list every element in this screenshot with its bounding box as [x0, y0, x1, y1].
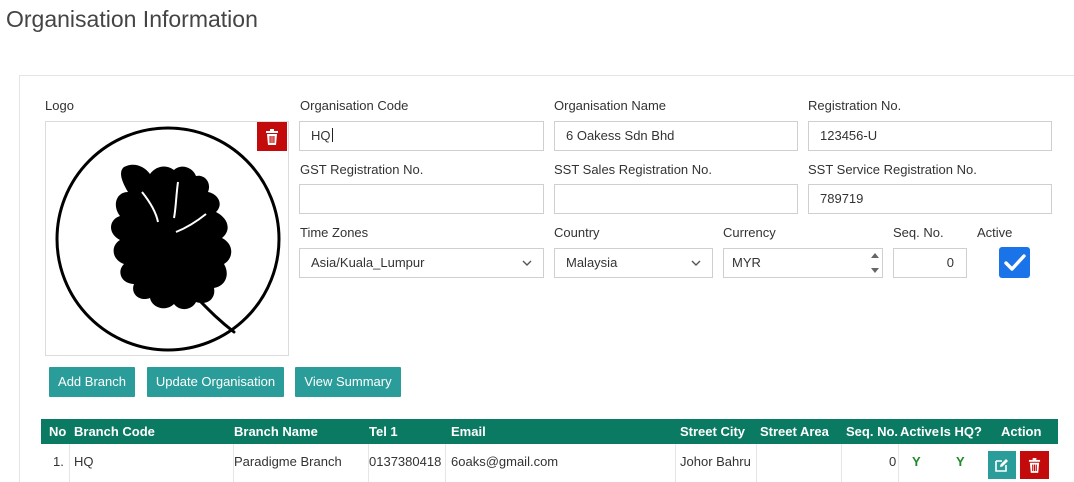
text-cursor: [331, 128, 333, 142]
active-checkbox[interactable]: [999, 247, 1030, 278]
edit-icon: [995, 459, 1008, 472]
col-branch-code: Branch Code: [74, 424, 155, 439]
row-seq-no: 0: [889, 454, 897, 469]
sst-sales-input[interactable]: [554, 184, 798, 214]
timezone-label: Time Zones: [300, 225, 369, 240]
update-organisation-button[interactable]: Update Organisation: [147, 367, 284, 397]
country-select[interactable]: Malaysia: [554, 248, 713, 278]
logo-label: Logo: [45, 98, 74, 113]
org-name-input[interactable]: 6 Oakess Sdn Bhd: [554, 121, 798, 151]
add-branch-button[interactable]: Add Branch: [49, 367, 135, 397]
cell-divider: [445, 444, 446, 482]
col-branch-name: Branch Name: [234, 424, 318, 439]
gst-reg-input[interactable]: [299, 184, 544, 214]
branch-table-header: No Branch Code Branch Name Tel 1 Email S…: [41, 419, 1058, 444]
timezone-select[interactable]: Asia/Kuala_Lumpur: [299, 248, 544, 278]
row-tel1: 0137380418: [369, 454, 442, 469]
col-email: Email: [451, 424, 486, 439]
reg-no-label: Registration No.: [808, 98, 902, 113]
org-code-value: HQ: [311, 128, 331, 143]
col-tel1: Tel 1: [369, 424, 398, 439]
country-label: Country: [554, 225, 600, 240]
timezone-value: Asia/Kuala_Lumpur: [311, 255, 425, 270]
currency-spinner[interactable]: [870, 252, 880, 274]
col-no: No: [49, 424, 67, 439]
currency-label: Currency: [723, 225, 776, 240]
col-street-area: Street Area: [760, 424, 829, 439]
page-title: Organisation Information: [6, 6, 258, 32]
chevron-down-icon: [522, 260, 532, 266]
row-delete-button[interactable]: [1020, 451, 1049, 479]
col-is-hq: Is HQ?: [940, 424, 982, 439]
sst-service-label: SST Service Registration No.: [808, 162, 977, 177]
view-summary-button[interactable]: View Summary: [295, 367, 401, 397]
col-street-city: Street City: [680, 424, 746, 439]
logo-delete-button[interactable]: [257, 122, 287, 151]
cell-divider: [69, 444, 70, 482]
trash-icon: [1028, 457, 1041, 473]
oak-leaf-logo: [55, 126, 281, 352]
reg-no-input[interactable]: 123456-U: [808, 121, 1052, 151]
org-name-label: Organisation Name: [554, 98, 666, 113]
currency-value: MYR: [732, 255, 761, 270]
gst-reg-label: GST Registration No.: [300, 162, 424, 177]
org-code-input[interactable]: HQ: [299, 121, 544, 151]
trash-icon: [266, 128, 278, 145]
logo-image[interactable]: [45, 121, 289, 356]
sst-sales-label: SST Sales Registration No.: [554, 162, 712, 177]
seq-no-label: Seq. No.: [893, 225, 944, 240]
row-no: 1.: [53, 454, 64, 469]
row-street-city: Johor Bahru: [680, 454, 751, 469]
chevron-down-icon: [691, 260, 701, 266]
cell-divider: [756, 444, 757, 482]
col-active: Active: [900, 424, 940, 439]
org-code-label: Organisation Code: [300, 98, 409, 113]
row-edit-button[interactable]: [988, 451, 1016, 479]
row-branch-name: Paradigme Branch: [234, 454, 342, 469]
country-value: Malaysia: [566, 255, 618, 270]
cell-divider: [675, 444, 676, 482]
row-is-hq: Y: [956, 454, 965, 469]
col-seq-no: Seq. No.: [846, 424, 899, 439]
row-email: 6oaks@gmail.com: [451, 454, 559, 469]
currency-select[interactable]: MYR: [723, 248, 883, 278]
row-active: Y: [912, 454, 921, 469]
col-action: Action: [1001, 424, 1042, 439]
spin-up-icon[interactable]: [871, 252, 879, 258]
table-row: 1. HQ Paradigme Branch 0137380418 6oaks@…: [41, 444, 1058, 482]
sst-service-input[interactable]: 789719: [808, 184, 1052, 214]
cell-divider: [898, 444, 899, 482]
spin-down-icon[interactable]: [871, 268, 879, 274]
seq-no-input[interactable]: 0: [893, 248, 967, 278]
check-icon: [1003, 253, 1026, 271]
active-label: Active: [977, 225, 1013, 240]
cell-divider: [841, 444, 842, 482]
row-branch-code: HQ: [74, 454, 94, 469]
